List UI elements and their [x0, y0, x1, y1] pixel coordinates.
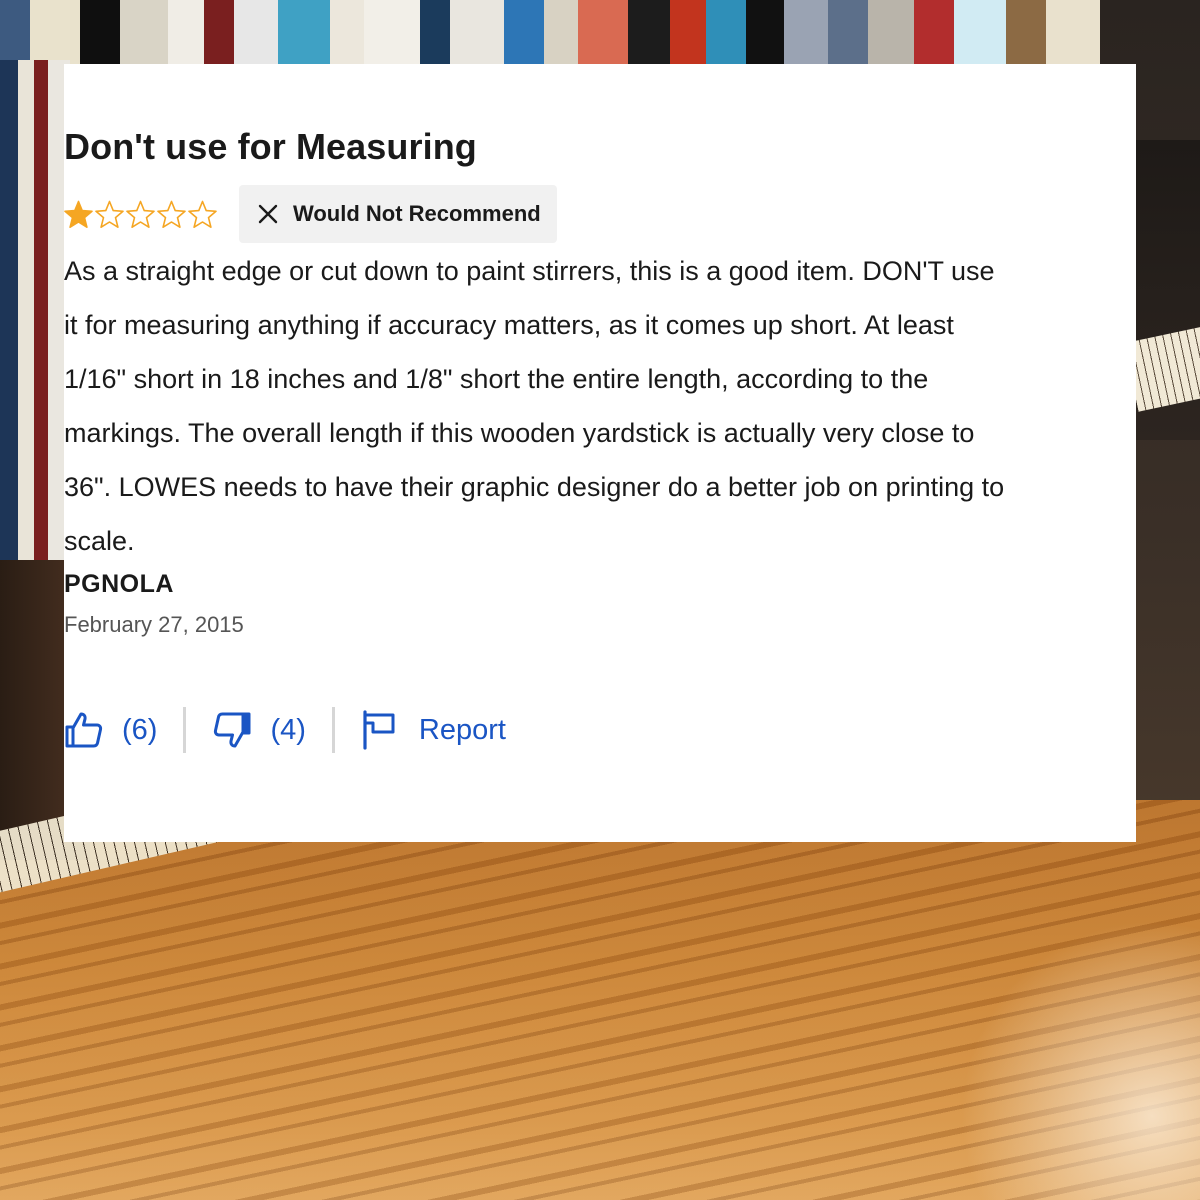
star-icon	[95, 200, 124, 228]
not-helpful-button[interactable]: (4)	[212, 710, 306, 750]
recommend-badge-label: Would Not Recommend	[293, 201, 541, 226]
action-divider	[331, 707, 335, 753]
star-icon	[64, 200, 93, 228]
not-helpful-count: (4)	[270, 713, 306, 746]
recommend-badge: Would Not Recommend	[239, 185, 557, 243]
action-divider	[183, 707, 187, 753]
star-icon	[157, 200, 186, 228]
report-button[interactable]: Report	[361, 710, 506, 750]
review-body: As a straight edge or cut down to paint …	[64, 256, 1005, 556]
close-x-icon	[258, 204, 278, 224]
review-actions: (6) (4) Report	[64, 700, 506, 760]
helpful-count: (6)	[122, 713, 158, 746]
helpful-button[interactable]: (6)	[64, 710, 157, 750]
side-book-spines	[0, 60, 70, 580]
star-rating	[64, 200, 217, 229]
review-title: Don't use for Measuring	[64, 126, 477, 167]
review-author: PGNOLA	[64, 570, 174, 598]
report-label: Report	[418, 713, 506, 746]
flag-icon	[363, 710, 395, 750]
thumbs-up-icon	[65, 712, 103, 748]
star-icon	[188, 200, 217, 228]
review-date: February 27, 2015	[64, 612, 244, 637]
floor-glare	[960, 920, 1200, 1200]
thumbs-down-icon	[214, 712, 251, 748]
star-icon	[126, 200, 155, 228]
rating-row: Would Not Recommend	[64, 185, 557, 243]
